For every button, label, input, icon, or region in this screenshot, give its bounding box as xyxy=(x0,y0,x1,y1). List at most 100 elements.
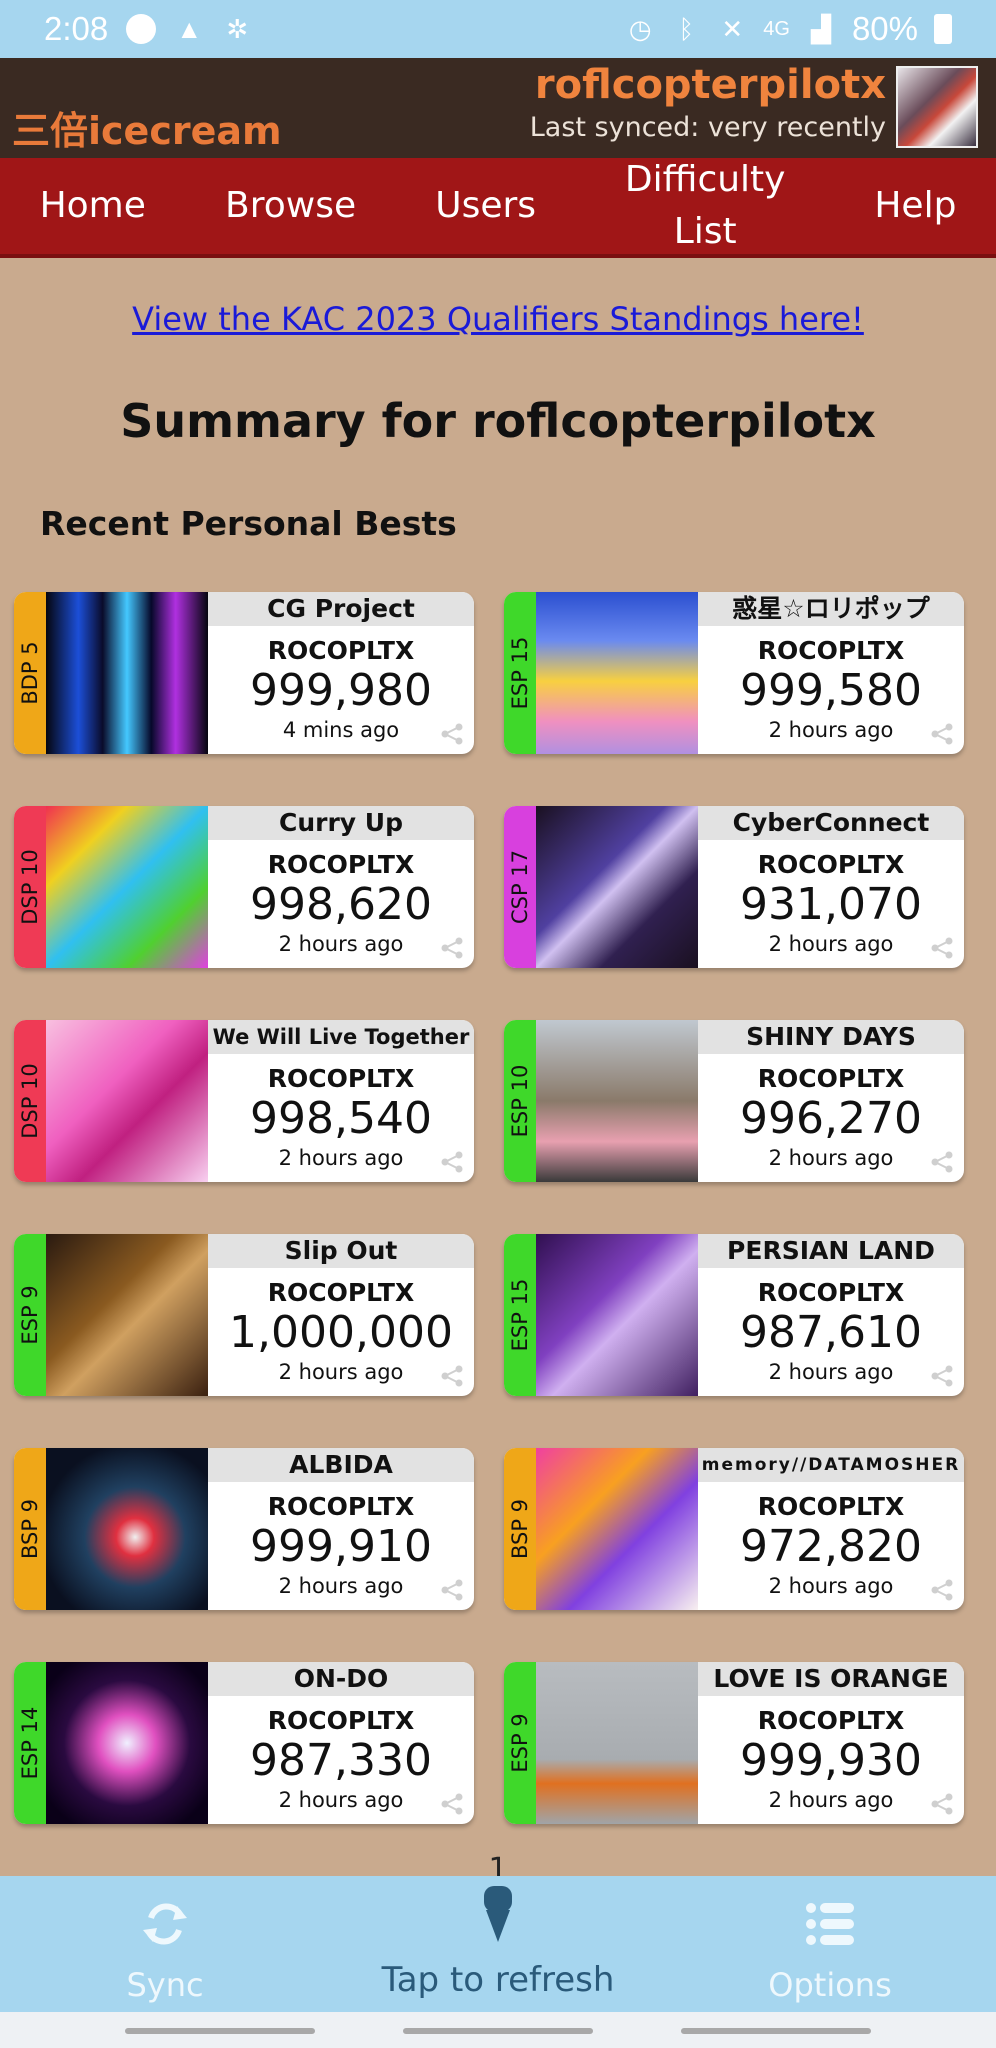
score-card[interactable]: ESP 9 Slip Out ROCOPLTX 1,000,000 2 hours ag… xyxy=(14,1234,474,1396)
status-bar: 2:08 ▲ ✲ ◷ ᛒ ✕ 4G ▟ 80% xyxy=(0,0,996,58)
play-time: 2 hours ago xyxy=(768,1146,894,1170)
song-title: LOVE IS ORANGE xyxy=(698,1662,964,1696)
share-icon[interactable] xyxy=(930,1150,954,1174)
nav-pill-right[interactable] xyxy=(681,2028,871,2034)
kac-standings-link[interactable]: View the KAC 2023 Qualifiers Standings h… xyxy=(0,300,996,338)
share-icon[interactable] xyxy=(930,1364,954,1388)
player-name: ROCOPLTX xyxy=(757,850,905,879)
song-jacket[interactable] xyxy=(46,806,208,968)
difficulty-label: CSP 17 xyxy=(508,849,532,925)
nav-pill-center[interactable] xyxy=(403,2028,593,2034)
battery-icon xyxy=(934,14,952,44)
play-time: 2 hours ago xyxy=(768,1574,894,1598)
nav-home[interactable]: Home xyxy=(40,180,146,232)
player-name: ROCOPLTX xyxy=(757,1064,905,1093)
difficulty-label: ESP 14 xyxy=(18,1706,42,1780)
score-card[interactable]: BSP 9 ALBIDA ROCOPLTX 999,910 2 hours ago xyxy=(14,1448,474,1610)
nav-users[interactable]: Users xyxy=(435,180,536,232)
song-title: ALBIDA xyxy=(208,1448,474,1482)
song-jacket[interactable] xyxy=(46,1448,208,1610)
share-icon[interactable] xyxy=(440,1364,464,1388)
mute-icon: ✕ xyxy=(721,14,744,44)
player-name: ROCOPLTX xyxy=(757,636,905,665)
score-card[interactable]: ESP 10 SHINY DAYS ROCOPLTX 996,270 2 hours a… xyxy=(504,1020,964,1182)
play-time: 2 hours ago xyxy=(768,718,894,742)
song-title: Curry Up xyxy=(208,806,474,840)
share-icon[interactable] xyxy=(440,722,464,746)
difficulty-badge: BDP 5 xyxy=(14,592,46,754)
icecream-icon xyxy=(484,1886,512,1942)
difficulty-label: ESP 9 xyxy=(508,1713,532,1773)
score-card[interactable]: ESP 15 惑星☆ロリポップ ROCOPLTX 999,580 2 hours ago xyxy=(504,592,964,754)
score-card[interactable]: BDP 5 CG Project ROCOPLTX 999,980 4 mins ago xyxy=(14,592,474,754)
song-jacket[interactable] xyxy=(46,1234,208,1396)
main-nav: Home Browse Users Difficulty List Help xyxy=(0,158,996,258)
song-jacket[interactable] xyxy=(536,806,698,968)
player-name: ROCOPLTX xyxy=(267,636,415,665)
score-value: 987,330 xyxy=(250,1735,432,1786)
song-title: CyberConnect xyxy=(698,806,964,840)
score-card[interactable]: DSP 10 We Will Live Together ROCOPLTX 998,5… xyxy=(14,1020,474,1182)
score-card[interactable]: ESP 15 PERSIAN LAND ROCOPLTX 987,610 2 hours… xyxy=(504,1234,964,1396)
bluetooth-icon: ᛒ xyxy=(678,14,695,44)
song-jacket[interactable] xyxy=(536,592,698,754)
score-value: 1,000,000 xyxy=(229,1307,453,1358)
song-title: 惑星☆ロリポップ xyxy=(698,592,964,626)
share-icon[interactable] xyxy=(440,1578,464,1602)
score-card[interactable]: CSP 17 CyberConnect ROCOPLTX 931,070 2 hours… xyxy=(504,806,964,968)
difficulty-badge: ESP 9 xyxy=(14,1234,46,1396)
song-title: CG Project xyxy=(208,592,474,626)
play-time: 4 mins ago xyxy=(282,718,400,742)
difficulty-badge: ESP 10 xyxy=(504,1020,536,1182)
score-card[interactable]: BSP 9 memory//DATAMOSHER ROCOPLTX 972,820 2 … xyxy=(504,1448,964,1610)
player-name: ROCOPLTX xyxy=(267,1706,415,1735)
share-icon[interactable] xyxy=(930,1578,954,1602)
site-logo[interactable]: 三倍icecream xyxy=(12,100,282,155)
difficulty-label: BSP 9 xyxy=(18,1498,42,1560)
song-jacket[interactable] xyxy=(46,1662,208,1824)
difficulty-badge: DSP 10 xyxy=(14,1020,46,1182)
difficulty-badge: ESP 15 xyxy=(504,592,536,754)
nav-help[interactable]: Help xyxy=(874,180,956,232)
nav-difficulty-list[interactable]: Difficulty List xyxy=(615,154,795,258)
player-name: ROCOPLTX xyxy=(757,1492,905,1521)
refresh-button[interactable]: Tap to refresh xyxy=(348,1884,648,2000)
score-value: 996,270 xyxy=(740,1093,922,1144)
score-card[interactable]: DSP 10 Curry Up ROCOPLTX 998,620 2 hours ago xyxy=(14,806,474,968)
sync-button[interactable]: Sync xyxy=(95,1896,235,2004)
share-icon[interactable] xyxy=(440,1150,464,1174)
system-nav-bar xyxy=(0,2012,996,2048)
fan-icon: ✲ xyxy=(226,14,249,44)
song-jacket[interactable] xyxy=(46,592,208,754)
avatar[interactable] xyxy=(896,66,978,148)
song-jacket[interactable] xyxy=(46,1020,208,1182)
header-username[interactable]: roflcopterpilotx xyxy=(535,62,886,108)
difficulty-label: BDP 5 xyxy=(18,641,42,705)
share-icon[interactable] xyxy=(440,936,464,960)
song-title: PERSIAN LAND xyxy=(698,1234,964,1268)
difficulty-badge: ESP 15 xyxy=(504,1234,536,1396)
play-time: 2 hours ago xyxy=(278,1574,404,1598)
last-synced-text: Last synced: very recently xyxy=(529,112,886,143)
song-jacket[interactable] xyxy=(536,1448,698,1610)
share-icon[interactable] xyxy=(930,722,954,746)
score-value: 987,610 xyxy=(740,1307,922,1358)
score-card[interactable]: ESP 14 ON-DO ROCOPLTX 987,330 2 hours ago xyxy=(14,1662,474,1824)
share-icon[interactable] xyxy=(440,1792,464,1816)
nav-pill-left[interactable] xyxy=(125,2028,315,2034)
score-card[interactable]: ESP 9 LOVE IS ORANGE ROCOPLTX 999,930 2 hour… xyxy=(504,1662,964,1824)
nav-browse[interactable]: Browse xyxy=(225,180,356,232)
options-button[interactable]: Options xyxy=(760,1896,900,2004)
share-icon[interactable] xyxy=(930,1792,954,1816)
sync-label: Sync xyxy=(126,1966,204,2004)
song-jacket[interactable] xyxy=(536,1020,698,1182)
score-value: 999,930 xyxy=(740,1735,922,1786)
network-type: 4G xyxy=(763,17,790,40)
song-jacket[interactable] xyxy=(536,1662,698,1824)
share-icon[interactable] xyxy=(930,936,954,960)
app-header: 三倍icecream roflcopterpilotx Last synced:… xyxy=(0,58,996,158)
song-jacket[interactable] xyxy=(536,1234,698,1396)
score-value: 972,820 xyxy=(740,1521,922,1572)
difficulty-label: ESP 15 xyxy=(508,1278,532,1352)
song-title: memory//DATAMOSHER xyxy=(698,1448,964,1482)
